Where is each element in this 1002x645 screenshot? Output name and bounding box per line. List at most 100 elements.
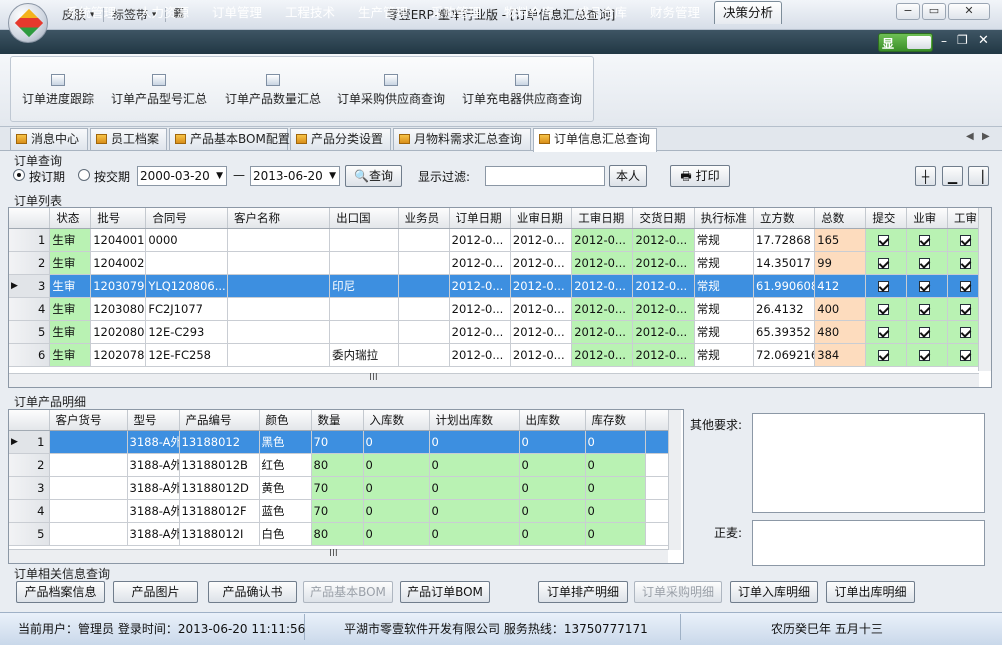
approval-checkbox[interactable] bbox=[906, 251, 949, 275]
related-button-2[interactable]: 产品图片 bbox=[113, 581, 198, 603]
order-cell-biz_date[interactable]: 2012-0... bbox=[510, 274, 573, 298]
order-cell-customer[interactable] bbox=[227, 343, 331, 367]
order-cell-status[interactable]: 生审 bbox=[49, 274, 92, 298]
menu-10[interactable]: 决策分析 bbox=[714, 1, 783, 24]
ribbon-button-2[interactable]: 订单产品型号汇总 bbox=[106, 70, 212, 110]
approval-checkbox[interactable] bbox=[865, 320, 908, 344]
related-button-3[interactable]: 产品确认书 bbox=[208, 581, 297, 603]
order-col-header[interactable]: 提交 bbox=[865, 208, 908, 229]
order-cell-standard[interactable]: 常规 bbox=[694, 320, 755, 344]
product-col-header[interactable]: 产品编号 bbox=[179, 410, 260, 431]
order-cell-status[interactable]: 生审 bbox=[49, 228, 92, 252]
order-cell-eng_date[interactable]: 2012-0... bbox=[571, 297, 634, 321]
date-from-picker[interactable]: 2000-03-20 ▼ bbox=[137, 166, 227, 186]
approval-checkbox[interactable] bbox=[906, 297, 949, 321]
product-cell-in[interactable]: 0 bbox=[363, 476, 430, 500]
date-to-picker[interactable]: 2013-06-20 ▼ bbox=[250, 166, 340, 186]
table-row[interactable]: ▶3生审12030792YLQ120806...印尼2012-0...2012-… bbox=[9, 274, 989, 298]
restore-icon[interactable]: ❐ bbox=[957, 33, 968, 47]
product-cell-model[interactable]: 3188-A外 bbox=[127, 476, 180, 500]
product-cell-cust_no[interactable] bbox=[49, 453, 128, 477]
doc-tab-2[interactable]: 员工档案 bbox=[90, 128, 167, 150]
menu-9[interactable]: 财务管理 bbox=[642, 3, 708, 23]
order-col-header[interactable]: 业务员 bbox=[398, 208, 450, 229]
product-cell-color[interactable]: 白色 bbox=[259, 522, 312, 546]
menu-2[interactable]: 人力资源 bbox=[131, 3, 197, 23]
product-col-header[interactable]: 入库数 bbox=[363, 410, 430, 431]
checkbox-checked-icon[interactable] bbox=[960, 280, 972, 292]
row-header[interactable]: 3 bbox=[9, 476, 50, 500]
product-cell-cust_no[interactable] bbox=[49, 499, 128, 523]
filter-input[interactable] bbox=[485, 166, 605, 186]
order-cell-contract[interactable]: 0000 bbox=[145, 228, 229, 252]
table-row[interactable]: 2 生审 1204002 2012-0... 2012-0... 2012-0... 201… bbox=[9, 251, 989, 275]
order-cell-customer[interactable] bbox=[227, 228, 331, 252]
menu-3[interactable]: 订单管理 bbox=[204, 3, 270, 23]
table-row[interactable]: 1 生审 1204001 0000 2012-0... 2012-0... 2012-0..… bbox=[9, 228, 989, 252]
order-cell-customer[interactable] bbox=[227, 297, 331, 321]
order-cell-cube[interactable]: 17.72868 bbox=[753, 228, 816, 252]
order-cell-biz_date[interactable]: 2012-0... bbox=[510, 343, 573, 367]
order-cell-eng_date[interactable]: 2012-0... bbox=[571, 274, 634, 298]
order-cell-delivery[interactable]: 2012-0... bbox=[632, 274, 695, 298]
row-header[interactable]: 4 bbox=[9, 499, 50, 523]
checkbox-checked-icon[interactable] bbox=[878, 280, 890, 292]
order-cell-eng_date[interactable]: 2012-0... bbox=[571, 251, 634, 275]
order-cell-contract[interactable]: 12E-C293 bbox=[145, 320, 229, 344]
order-cell-order_date[interactable]: 2012-0... bbox=[449, 228, 511, 252]
order-col-header[interactable]: 立方数 bbox=[753, 208, 816, 229]
order-cell-total[interactable]: 99 bbox=[814, 251, 867, 275]
related-button-6[interactable]: 订单排产明细 bbox=[538, 581, 628, 603]
product-cell-plan_out[interactable]: 0 bbox=[429, 499, 520, 523]
row-header[interactable]: 6 bbox=[9, 343, 51, 367]
checkbox-checked-icon[interactable] bbox=[919, 257, 931, 269]
order-col-header[interactable]: 业审日期 bbox=[510, 208, 573, 229]
product-col-header[interactable]: 客户货号 bbox=[49, 410, 128, 431]
product-cell-in[interactable]: 0 bbox=[363, 453, 430, 477]
order-cell-order_date[interactable]: 2012-0... bbox=[449, 320, 511, 344]
product-cell-out[interactable]: 0 bbox=[519, 476, 586, 500]
table-row[interactable]: 4 3188-A外 13188012F 蓝色 70 0 0 0 0 bbox=[9, 499, 676, 523]
order-cell-cube[interactable]: 26.4132 bbox=[753, 297, 816, 321]
order-cell-eng_date[interactable]: 2012-0... bbox=[571, 343, 634, 367]
order-cell-batch[interactable]: 12030805 bbox=[90, 297, 147, 321]
order-cell-contract[interactable]: FC2J1077 bbox=[145, 297, 229, 321]
tab-scroll-left-icon[interactable]: ◀ bbox=[966, 131, 974, 142]
approval-checkbox[interactable] bbox=[865, 274, 908, 298]
order-cell-country[interactable] bbox=[329, 297, 399, 321]
order-cell-standard[interactable]: 常规 bbox=[694, 228, 755, 252]
order-cell-standard[interactable]: 常规 bbox=[694, 343, 755, 367]
order-cell-delivery[interactable]: 2012-0... bbox=[632, 297, 695, 321]
order-cell-cube[interactable]: 72.069216 bbox=[753, 343, 816, 367]
order-col-header[interactable]: 执行标准 bbox=[694, 208, 755, 229]
order-col-header[interactable]: 客户名称 bbox=[227, 208, 331, 229]
product-cell-code[interactable]: 13188012I bbox=[179, 522, 260, 546]
order-col-header[interactable]: 状态 bbox=[49, 208, 92, 229]
table-row[interactable]: 2 3188-A外 13188012B 红色 80 0 0 0 0 bbox=[9, 453, 676, 477]
product-cell-stock[interactable]: 0 bbox=[585, 430, 646, 454]
order-cell-country[interactable]: 印尼 bbox=[329, 274, 399, 298]
order-cell-delivery[interactable]: 2012-0... bbox=[632, 320, 695, 344]
checkbox-checked-icon[interactable] bbox=[878, 326, 890, 338]
order-cell-order_date[interactable]: 2012-0... bbox=[449, 343, 511, 367]
order-cell-batch[interactable]: 1204001 bbox=[90, 228, 147, 252]
doc-tab-5[interactable]: 月物料需求汇总查询 bbox=[393, 128, 531, 150]
approval-checkbox[interactable] bbox=[865, 297, 908, 321]
approval-checkbox[interactable] bbox=[906, 320, 949, 344]
product-cell-code[interactable]: 13188012F bbox=[179, 499, 260, 523]
order-cell-biz_date[interactable]: 2012-0... bbox=[510, 228, 573, 252]
product-cell-code[interactable]: 13188012 bbox=[179, 430, 260, 454]
order-col-header[interactable]: 合同号 bbox=[145, 208, 229, 229]
row-header[interactable]: 2 bbox=[9, 453, 50, 477]
doc-tab-4[interactable]: 产品分类设置 bbox=[290, 128, 391, 150]
order-cell-order_date[interactable]: 2012-0... bbox=[449, 297, 511, 321]
order-cell-standard[interactable]: 常规 bbox=[694, 274, 755, 298]
tab-scroll-right-icon[interactable]: ▶ bbox=[982, 131, 990, 142]
checkbox-checked-icon[interactable] bbox=[919, 280, 931, 292]
product-cell-in[interactable]: 0 bbox=[363, 499, 430, 523]
product-col-header[interactable]: 出库数 bbox=[519, 410, 586, 431]
order-cell-standard[interactable]: 常规 bbox=[694, 251, 755, 275]
menu-5[interactable]: 生产管理 bbox=[350, 3, 416, 23]
product-cell-plan_out[interactable]: 0 bbox=[429, 522, 520, 546]
order-cell-delivery[interactable]: 2012-0... bbox=[632, 228, 695, 252]
